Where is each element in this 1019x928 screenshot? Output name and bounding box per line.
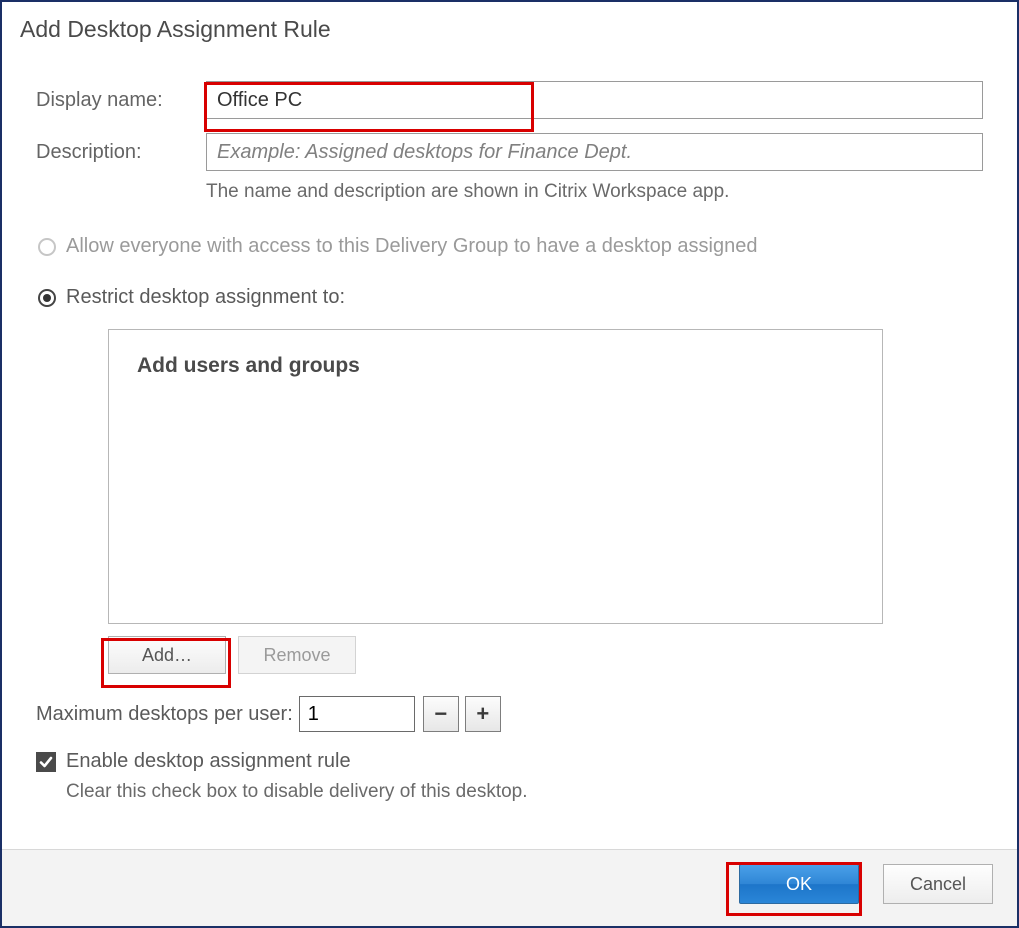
row-description: Description: — [36, 133, 983, 171]
label-description: Description: — [36, 141, 206, 164]
radio-icon — [38, 289, 56, 307]
max-desktops-input[interactable] — [299, 696, 415, 732]
restrict-block: Add users and groups Add… Remove — [108, 329, 983, 674]
decrement-button[interactable]: − — [423, 696, 459, 732]
add-button[interactable]: Add… — [108, 636, 226, 674]
row-display-name: Display name: — [36, 81, 983, 119]
display-name-input[interactable] — [206, 81, 983, 119]
ok-button[interactable]: OK — [739, 864, 859, 904]
users-groups-heading: Add users and groups — [137, 354, 854, 378]
checkbox-checked-icon — [36, 752, 56, 772]
description-input[interactable] — [206, 133, 983, 171]
enable-rule-label: Enable desktop assignment rule — [66, 750, 351, 773]
enable-rule-hint: Clear this check box to disable delivery… — [66, 781, 983, 803]
radio-icon — [38, 238, 56, 256]
users-groups-list[interactable]: Add users and groups — [108, 329, 883, 624]
radio-allow-everyone: Allow everyone with access to this Deliv… — [36, 235, 983, 258]
max-desktops-label: Maximum desktops per user: — [36, 703, 293, 726]
fields-hint: The name and description are shown in Ci… — [36, 181, 983, 203]
radio-restrict-to[interactable]: Restrict desktop assignment to: — [36, 286, 983, 309]
enable-rule-checkbox-row[interactable]: Enable desktop assignment rule — [36, 750, 983, 773]
remove-button: Remove — [238, 636, 356, 674]
radio-allow-everyone-label: Allow everyone with access to this Deliv… — [66, 235, 757, 258]
max-desktops-row: Maximum desktops per user: − + — [36, 696, 983, 732]
radio-restrict-to-label: Restrict desktop assignment to: — [66, 286, 345, 309]
label-display-name: Display name: — [36, 89, 206, 112]
dialog-footer: OK Cancel — [2, 849, 1017, 926]
users-buttons-row: Add… Remove — [108, 636, 983, 674]
cancel-button[interactable]: Cancel — [883, 864, 993, 904]
dialog-add-desktop-assignment-rule: Add Desktop Assignment Rule Display name… — [0, 0, 1019, 928]
dialog-title: Add Desktop Assignment Rule — [2, 2, 1017, 53]
increment-button[interactable]: + — [465, 696, 501, 732]
dialog-content: Display name: Description: The name and … — [2, 53, 1017, 849]
